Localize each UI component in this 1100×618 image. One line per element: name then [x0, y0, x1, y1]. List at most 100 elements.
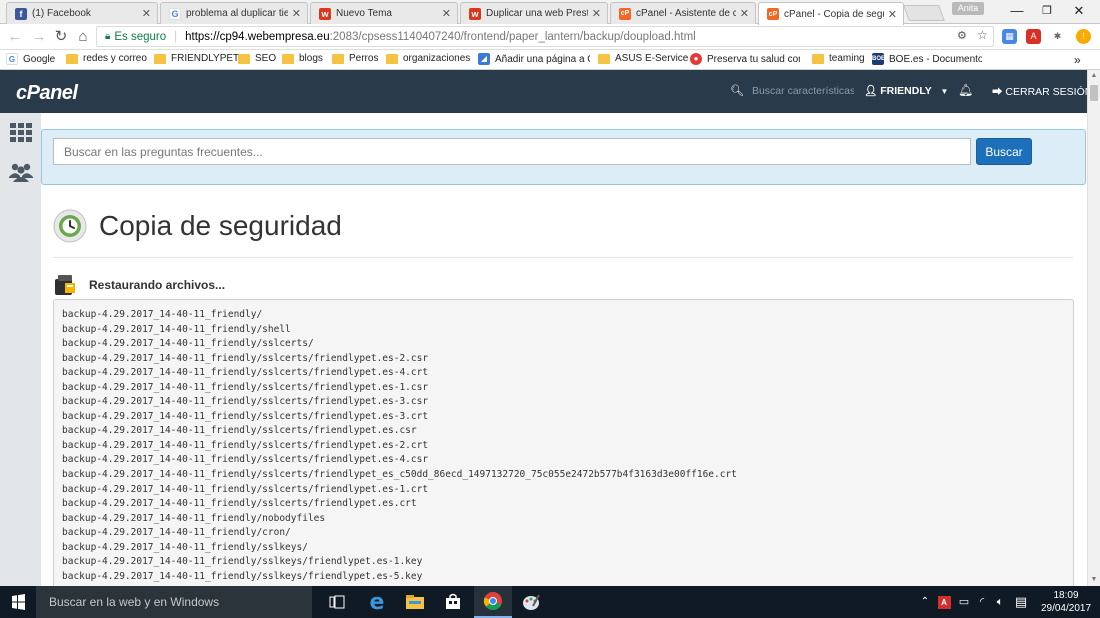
bookmark-label: Google — [23, 53, 56, 65]
extension-icon[interactable]: ▦ — [1002, 29, 1017, 44]
taskbar-clock[interactable]: 18:09 29/04/2017 — [1036, 589, 1096, 615]
folder-icon — [598, 53, 610, 64]
log-line: backup-4.29.2017_14-40-11_friendly/sslce… — [62, 425, 417, 437]
scroll-down-icon[interactable]: ▼ — [1088, 574, 1100, 586]
google-icon: G — [6, 53, 18, 65]
bookmark-label: blogs — [299, 53, 323, 64]
bookmark-google[interactable]: G Google — [6, 53, 55, 65]
bookmark-folder[interactable]: SEO — [238, 53, 276, 64]
url-path: :2083/cpsess1140407240/frontend/paper_la… — [329, 30, 696, 43]
scroll-up-icon[interactable]: ▲ — [1088, 70, 1100, 82]
folder-icon — [66, 53, 78, 64]
user-icon: 👤︎ — [864, 85, 878, 97]
bookmark-folder[interactable]: Perros — [332, 53, 378, 64]
search-console-icon: ◢ — [478, 53, 490, 65]
scrollbar-thumb[interactable] — [1090, 85, 1098, 101]
show-hidden-icons-icon[interactable]: ⌃ — [918, 586, 932, 618]
bookmark-site[interactable]: BOE BOE.es - Documento B — [872, 53, 982, 65]
backup-clock-icon — [53, 209, 87, 243]
tape-drive-icon — [55, 275, 75, 295]
edge-icon[interactable]: e — [358, 586, 396, 618]
tab-cpanel-asistente[interactable]: cP cPanel - Asistente de co ✕ — [610, 2, 756, 24]
task-view-icon[interactable] — [318, 586, 356, 618]
close-window-icon[interactable]: ✕ — [1062, 0, 1096, 22]
notifications-icon[interactable]: ▤ — [1012, 586, 1030, 618]
volume-icon[interactable]: 🔈︎ — [992, 586, 1008, 618]
bookmark-folder[interactable]: FRIENDLYPET — [154, 53, 239, 64]
user-menu[interactable]: 👤︎ FRIENDLY ▼ — [864, 84, 948, 97]
webempresa-icon: w — [469, 7, 481, 20]
url-bar[interactable]: 🔒︎ Es seguro | https://cp94.webempresa.e… — [96, 26, 994, 47]
bookmark-folder[interactable]: teaming — [812, 53, 865, 64]
bookmark-site[interactable]: ◢ Añadir una página a G — [478, 53, 590, 65]
bell-icon[interactable]: 🔔︎ — [958, 83, 973, 97]
close-tab-icon[interactable]: ✕ — [740, 7, 749, 20]
paint-app-icon[interactable] — [512, 586, 550, 618]
pdf-extension-icon[interactable]: A — [1026, 29, 1041, 44]
taskbar-search-box[interactable]: Buscar en la web y en Windows — [36, 586, 312, 618]
close-tab-icon[interactable]: ✕ — [592, 7, 601, 20]
log-line: backup-4.29.2017_14-40-11_friendly/sslce… — [62, 454, 429, 466]
more-bookmarks-button[interactable]: » — [1074, 53, 1081, 67]
log-line: backup-4.29.2017_14-40-11_friendly/sslke… — [62, 570, 423, 582]
bookmark-site[interactable]: ● Preserva tu salud con — [690, 53, 800, 65]
folder-icon — [332, 53, 344, 64]
tab-duplicar-web[interactable]: w Duplicar una web Presta ✕ — [460, 2, 608, 24]
clock-time: 18:09 — [1053, 590, 1079, 601]
home-icon[interactable]: ⌂ — [74, 28, 92, 46]
tab-google-search[interactable]: G problema al duplicar tie ✕ — [160, 2, 308, 24]
log-line: backup-4.29.2017_14-40-11_friendly/sslce… — [62, 396, 429, 408]
tab-title: problema al duplicar tie — [186, 8, 288, 19]
webempresa-icon: w — [319, 7, 331, 20]
restore-log[interactable]: backup-4.29.2017_14-40-11_friendly/ back… — [53, 299, 1074, 586]
close-tab-icon[interactable]: ✕ — [442, 7, 451, 20]
close-tab-icon[interactable]: ✕ — [888, 8, 897, 21]
cpanel-icon: cP — [619, 7, 631, 20]
store-icon[interactable] — [434, 586, 472, 618]
chrome-menu-icon[interactable]: ! — [1076, 29, 1091, 44]
bookmark-label: SEO — [255, 53, 277, 64]
new-tab-button[interactable] — [903, 5, 945, 21]
chrome-taskbar-icon[interactable] — [474, 586, 512, 618]
translate-icon[interactable]: ⚙ — [957, 29, 967, 42]
close-tab-icon[interactable]: ✕ — [292, 7, 301, 20]
cpanel-logo[interactable]: cPanel — [16, 82, 78, 105]
logout-button[interactable]: ⮕ CERRAR SESIÓN — [992, 84, 1092, 99]
bookmark-folder[interactable]: organizaciones — [386, 53, 470, 64]
feature-search[interactable]: 🔍︎ Buscar características — [730, 84, 854, 98]
bookmark-label: Añadir una página a G — [495, 53, 590, 65]
puzzle-extension-icon[interactable]: ✱ — [1050, 29, 1065, 44]
user-name: FRIENDLY — [880, 85, 932, 97]
tab-cpanel-copia[interactable]: cP cPanel - Copia de segu ✕ — [758, 2, 904, 25]
log-line: backup-4.29.2017_14-40-11_friendly/sslke… — [62, 556, 423, 568]
bookmark-folder[interactable]: blogs — [282, 53, 323, 64]
close-tab-icon[interactable]: ✕ — [142, 7, 151, 20]
faq-search-input[interactable] — [53, 138, 971, 165]
back-icon[interactable]: ← — [6, 28, 24, 46]
battery-icon[interactable]: ▭ — [956, 586, 972, 618]
windows-start-icon[interactable] — [0, 586, 36, 618]
folder-icon — [154, 53, 166, 64]
reload-icon[interactable]: ↻ — [52, 28, 70, 46]
tab-nuevo-tema[interactable]: w Nuevo Tema ✕ — [310, 2, 458, 24]
log-line: backup-4.29.2017_14-40-11_friendly/shell — [62, 323, 291, 335]
users-icon[interactable] — [9, 161, 33, 183]
forward-icon[interactable]: → — [30, 28, 48, 46]
log-line: backup-4.29.2017_14-40-11_friendly/sslce… — [62, 498, 417, 510]
bookmark-folder[interactable]: redes y correo — [66, 53, 147, 64]
minimize-icon[interactable]: — — [1000, 0, 1034, 22]
bookmark-folder[interactable]: ASUS E-Service — [598, 53, 688, 64]
grid-icon[interactable] — [9, 121, 33, 143]
page-scrollbar[interactable]: ▲ ▼ — [1087, 70, 1100, 586]
file-explorer-icon[interactable] — [396, 586, 434, 618]
wifi-icon[interactable]: ◜ — [974, 586, 990, 618]
boe-icon: BOE — [872, 53, 885, 65]
antivirus-tray-icon[interactable]: A — [936, 586, 952, 618]
address-bar-row: ← → ↻ ⌂ 🔒︎ Es seguro | https://cp94.webe… — [0, 24, 1100, 50]
profile-button[interactable]: Anita — [952, 2, 984, 15]
restore-icon[interactable]: ❐ — [1030, 0, 1064, 22]
tab-facebook[interactable]: f (1) Facebook ✕ — [6, 2, 158, 24]
bookmark-star-icon[interactable]: ☆ — [977, 28, 988, 42]
faq-search-button[interactable]: Buscar — [976, 138, 1032, 165]
status-label: Restaurando archivos... — [89, 278, 226, 292]
